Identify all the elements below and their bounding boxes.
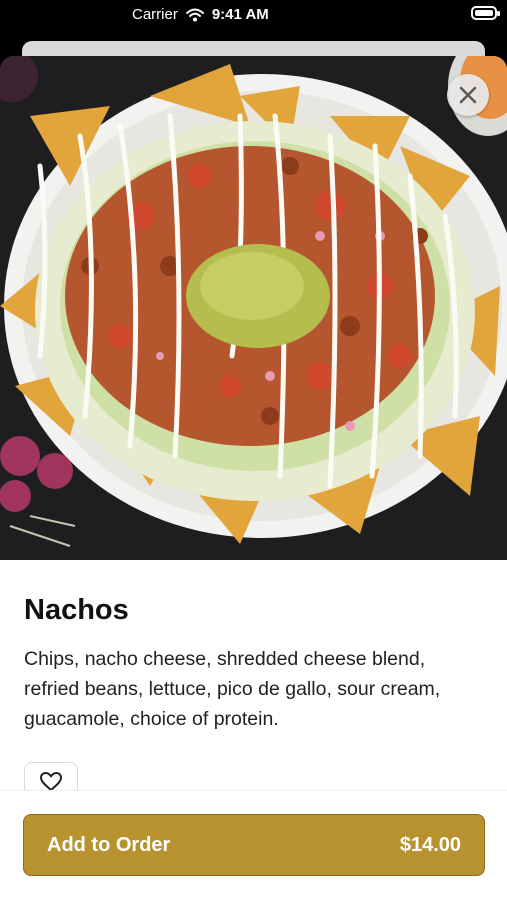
bottom-bar: Add to Order $14.00 — [0, 790, 507, 900]
product-image — [0, 56, 507, 560]
close-button[interactable] — [447, 74, 489, 116]
price-label: $14.00 — [399, 833, 461, 856]
add-to-order-label: Add to Order — [47, 833, 171, 856]
status-bar: Carrier 9:41 AM — [0, 0, 507, 34]
status-time: 9:41 AM — [211, 6, 269, 23]
nachos-photo — [0, 56, 507, 560]
product-description: Chips, nacho cheese, shredded cheese ble… — [24, 648, 441, 730]
status-left: Carrier 9:41 AM — [132, 6, 269, 23]
wifi-icon — [185, 8, 204, 21]
add-to-order-button[interactable]: Add to Order $14.00 — [23, 814, 485, 876]
heart-icon — [40, 772, 62, 792]
product-title: Nachos — [24, 594, 129, 626]
close-icon — [459, 86, 477, 104]
battery-icon — [471, 6, 500, 20]
carrier-label: Carrier — [132, 6, 178, 23]
product-sheet: Nachos Chips, nacho cheese, shredded che… — [0, 56, 507, 900]
